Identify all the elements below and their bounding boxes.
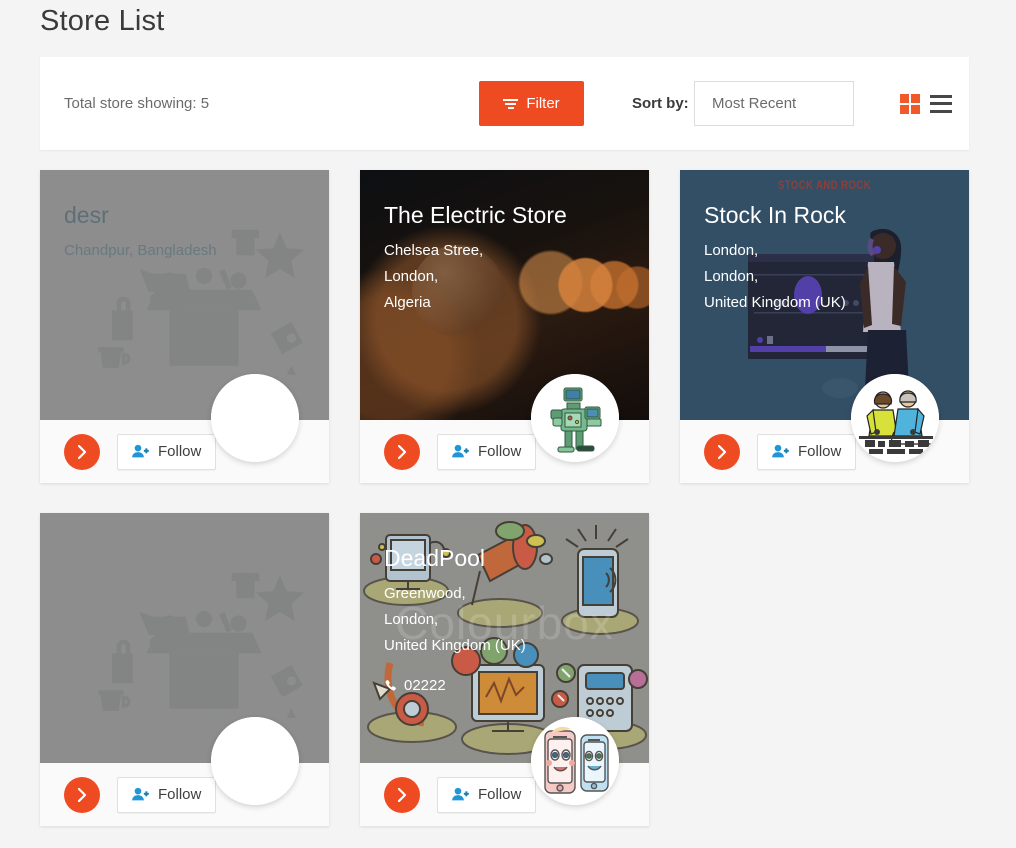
follow-button-label: Follow	[158, 443, 201, 460]
store-card-footer: Follow	[40, 420, 329, 483]
store-address-line: Algeria	[384, 290, 625, 316]
toolbar: Total store showing: 5 Filter Sort by: M…	[40, 57, 969, 150]
view-store-button[interactable]	[704, 434, 740, 470]
phone-icon	[384, 679, 398, 693]
user-plus-icon	[452, 444, 469, 459]
user-plus-icon	[452, 787, 469, 802]
view-store-button[interactable]	[384, 434, 420, 470]
store-phone: 02222	[384, 673, 625, 699]
store-card[interactable]: The Electric Store Chelsea Stree, London…	[360, 170, 649, 483]
follow-button-label: Follow	[478, 786, 521, 803]
store-phone-number: 02222	[404, 673, 446, 699]
store-card-grid: desr Chandpur, Bangladesh Follow	[40, 170, 977, 826]
filter-icon	[503, 98, 518, 110]
store-name: Stock In Rock	[704, 200, 945, 230]
follow-button-label: Follow	[158, 786, 201, 803]
store-avatar[interactable]	[531, 374, 619, 462]
chevron-right-icon	[394, 787, 410, 803]
avatar-phones-icon	[531, 717, 619, 805]
store-avatar[interactable]	[211, 717, 299, 805]
store-card[interactable]: desr Chandpur, Bangladesh Follow	[40, 170, 329, 483]
page-title: Store List	[40, 2, 165, 40]
total-store-count: Total store showing: 5	[64, 95, 209, 112]
store-name: The Electric Store	[384, 200, 625, 230]
store-banner: desr Chandpur, Bangladesh	[40, 170, 329, 420]
store-address-line: Chelsea Stree,	[384, 238, 625, 264]
avatar-robot-icon	[531, 374, 619, 462]
store-banner: Colourbox DeadPool Greenwood, London, Un…	[360, 513, 649, 763]
follow-button[interactable]: Follow	[437, 434, 536, 470]
follow-button-label: Follow	[798, 443, 841, 460]
store-address: Greenwood, London, United Kingdom (UK)	[384, 581, 625, 659]
store-card-footer: Follow	[40, 763, 329, 826]
filter-button-label: Filter	[526, 95, 559, 112]
store-name: desr	[64, 200, 305, 230]
sort-by-label: Sort by:	[632, 95, 689, 112]
user-plus-icon	[132, 444, 149, 459]
store-address-line: London,	[384, 264, 625, 290]
store-avatar[interactable]	[531, 717, 619, 805]
store-banner	[40, 513, 329, 763]
store-address-line: Greenwood,	[384, 581, 625, 607]
store-address: Chelsea Stree, London, Algeria	[384, 238, 625, 316]
chevron-right-icon	[74, 444, 90, 460]
avatar-placeholder-icon	[211, 717, 299, 805]
store-banner: STOCK AND ROCK	[680, 170, 969, 420]
store-card-footer: Follow	[360, 420, 649, 483]
list-view-icon[interactable]	[930, 95, 952, 113]
chevron-right-icon	[394, 444, 410, 460]
store-card-footer: Follow	[360, 763, 649, 826]
chevron-right-icon	[714, 444, 730, 460]
view-store-button[interactable]	[64, 777, 100, 813]
store-address-line: United Kingdom (UK)	[704, 290, 945, 316]
follow-button[interactable]: Follow	[757, 434, 856, 470]
follow-button[interactable]: Follow	[117, 434, 216, 470]
store-address: Chandpur, Bangladesh	[64, 238, 305, 264]
filter-button[interactable]: Filter	[479, 81, 584, 126]
store-banner: The Electric Store Chelsea Stree, London…	[360, 170, 649, 420]
user-plus-icon	[772, 444, 789, 459]
chevron-right-icon	[74, 787, 90, 803]
avatar-placeholder-icon	[211, 374, 299, 462]
view-store-button[interactable]	[64, 434, 100, 470]
store-avatar[interactable]	[851, 374, 939, 462]
store-card[interactable]: Follow	[40, 513, 329, 826]
sort-by-select[interactable]: Most Recent	[694, 81, 854, 126]
store-avatar[interactable]	[211, 374, 299, 462]
store-address: London, London, United Kingdom (UK)	[704, 238, 945, 316]
follow-button[interactable]: Follow	[117, 777, 216, 813]
avatar-people-icon	[851, 374, 939, 462]
view-toggle-group	[900, 94, 952, 114]
grid-view-icon[interactable]	[900, 94, 920, 114]
store-address-line: London,	[384, 607, 625, 633]
view-store-button[interactable]	[384, 777, 420, 813]
store-card-footer: Follow	[680, 420, 969, 483]
store-card[interactable]: Colourbox DeadPool Greenwood, London, Un…	[360, 513, 649, 826]
store-card[interactable]: STOCK AND ROCK	[680, 170, 969, 483]
store-address-line: London,	[704, 264, 945, 290]
sort-by-value: Most Recent	[712, 95, 796, 112]
follow-button-label: Follow	[478, 443, 521, 460]
store-address-line: London,	[704, 238, 945, 264]
store-name: DeadPool	[384, 543, 625, 573]
store-address-line: United Kingdom (UK)	[384, 633, 625, 659]
follow-button[interactable]: Follow	[437, 777, 536, 813]
user-plus-icon	[132, 787, 149, 802]
